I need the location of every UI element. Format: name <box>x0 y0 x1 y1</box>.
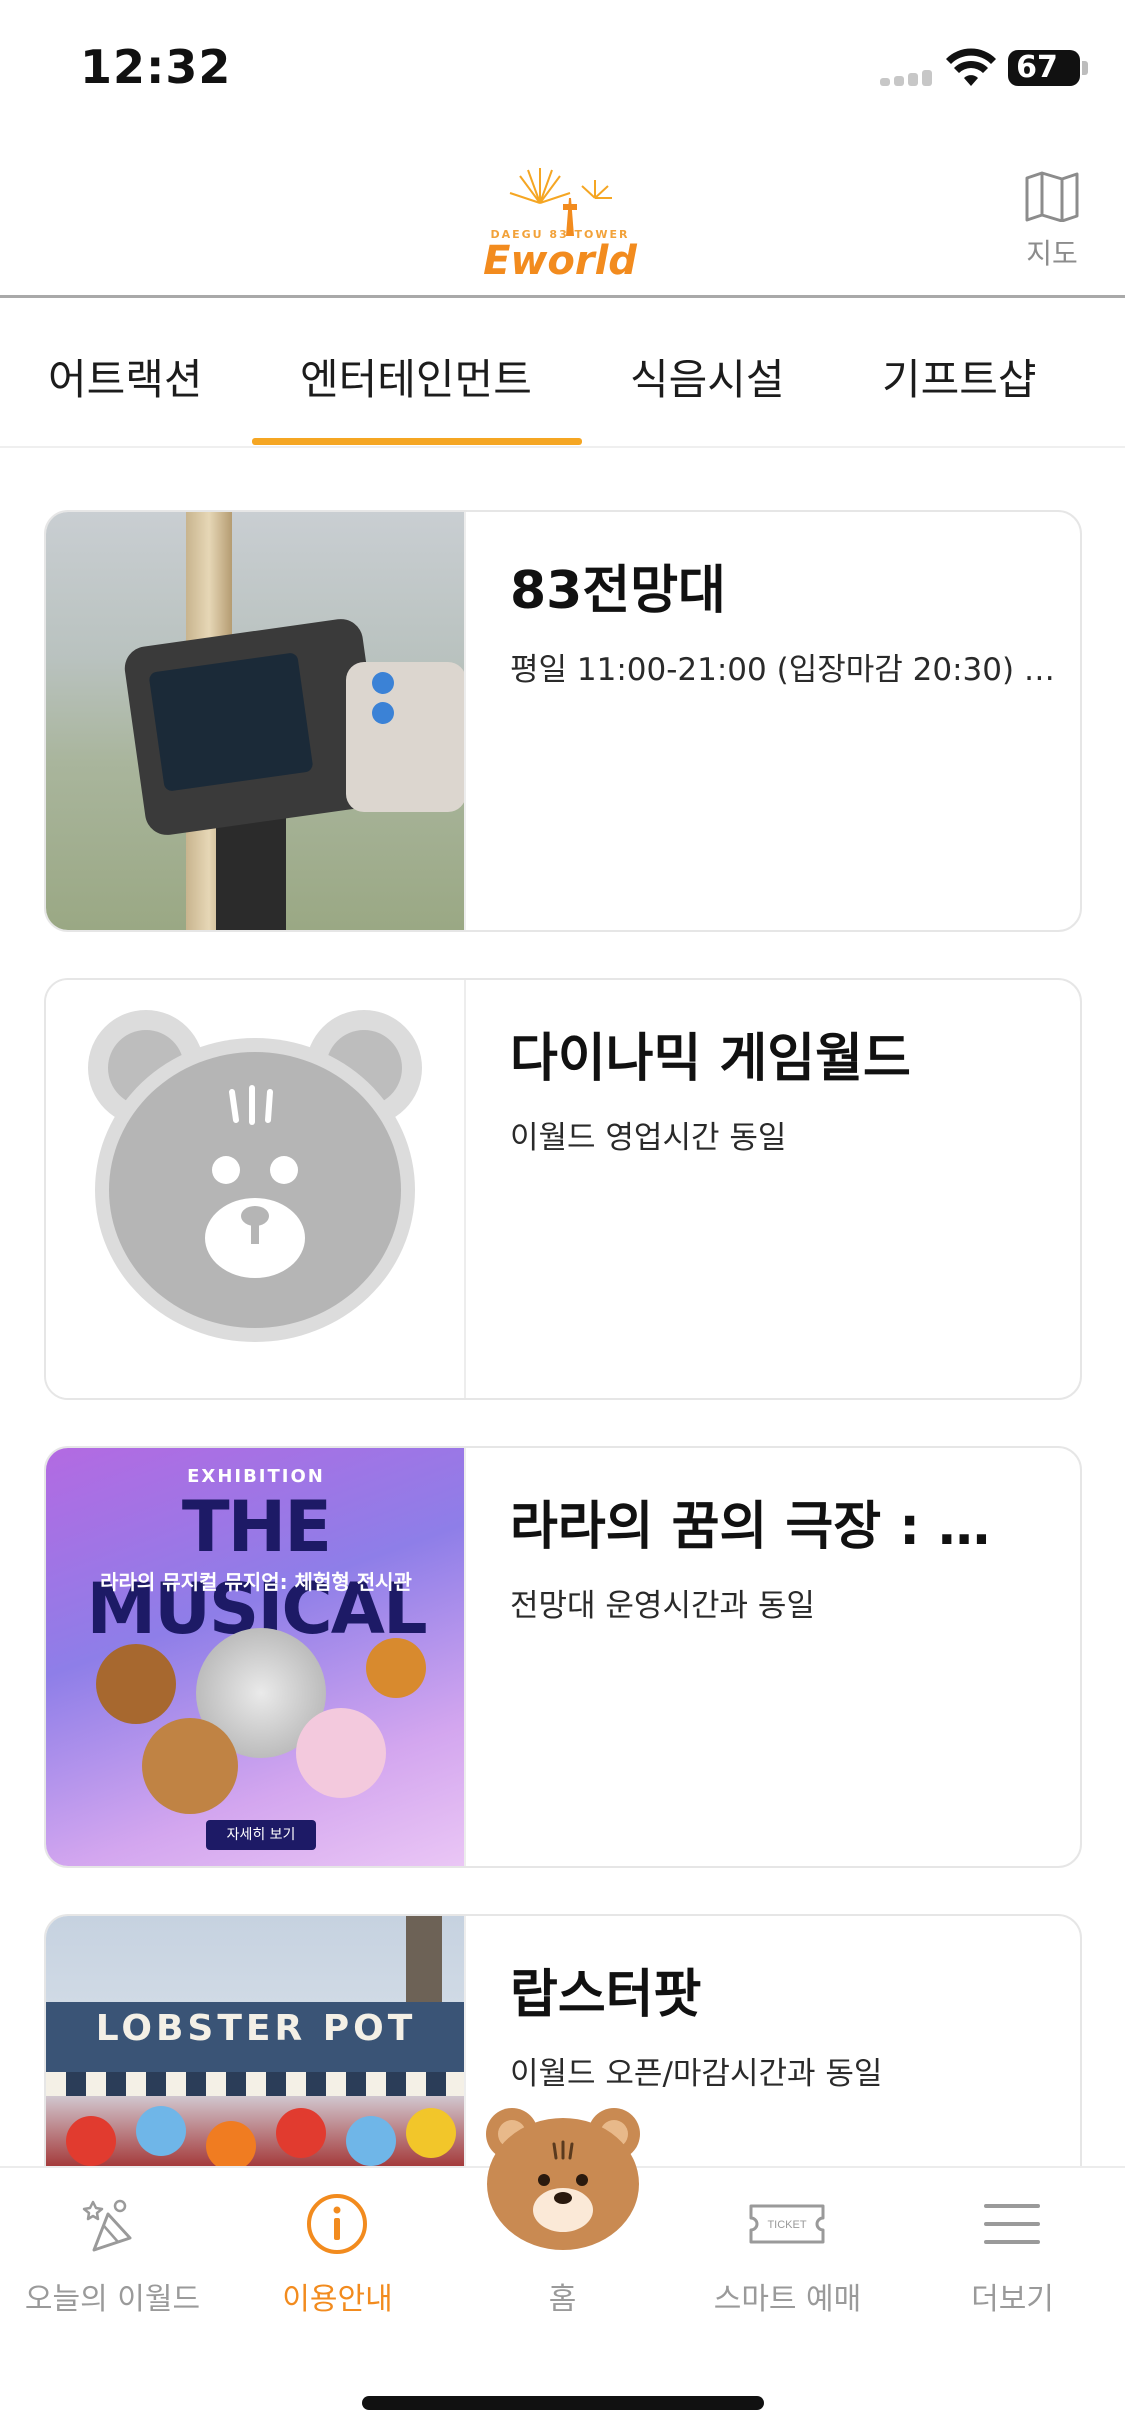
bee-character-icon <box>366 1638 426 1698</box>
svg-text:TICKET: TICKET <box>767 2219 806 2231</box>
bear-character-icon <box>96 1644 176 1724</box>
battery-icon: 67 <box>1008 50 1080 86</box>
status-bar: 12:32 67 <box>0 0 1125 140</box>
nav-more[interactable]: 더보기 <box>900 2168 1125 2318</box>
map-label: 지도 <box>1026 237 1078 270</box>
bunny-character-icon <box>296 1708 386 1798</box>
menu-icon <box>984 2204 1040 2244</box>
card-title: 83전망대 <box>510 561 726 621</box>
tab-dining[interactable]: 식음시설 <box>630 346 785 407</box>
card-hours: 전망대 운영시간과 동일 <box>510 1588 815 1624</box>
lobster-sign-text: LOBSTER POT <box>95 2008 417 2049</box>
card-hours: 이월드 오픈/마감시간과 동일 <box>510 2056 883 2092</box>
party-icon <box>82 2199 132 2252</box>
tab-attraction[interactable]: 어트랙션 <box>48 346 203 407</box>
list-item-observatory[interactable]: 83전망대 평일 11:00-21:00 (입장마감 20:30) … <box>44 510 1082 932</box>
map-icon <box>1025 171 1079 222</box>
map-button[interactable]: 지도 <box>1012 164 1092 274</box>
details-button: 자세히 보기 <box>206 1820 316 1850</box>
cellular-signal-icon <box>880 70 932 86</box>
card-title: 라라의 꿈의 극장 : … <box>510 1497 991 1557</box>
tab-giftshop[interactable]: 기프트샵 <box>882 346 1037 407</box>
ticket-icon: TICKET <box>749 2204 825 2244</box>
home-indicator <box>362 2396 764 2410</box>
nav-today-eworld[interactable]: 오늘의 이월드 <box>0 2168 225 2318</box>
nav-label: 더보기 <box>971 2282 1054 2317</box>
nav-label: 홈 <box>548 2282 577 2317</box>
bear-home-icon[interactable] <box>482 2102 644 2252</box>
list-item-musical-theater[interactable]: EXHIBITION THE MUSICAL 라라의 뮤지컬 뮤지엄: 체험형 … <box>44 1446 1082 1868</box>
nav-guide[interactable]: 이용안내 <box>225 2168 450 2318</box>
exhibition-label: EXHIBITION <box>187 1466 325 1487</box>
nav-label: 스마트 예매 <box>713 2282 862 2317</box>
bear-placeholder-icon <box>88 1010 422 1342</box>
category-tabs: 어트랙션 엔터테인먼트 식음시설 기프트샵 <box>0 298 1125 448</box>
eworld-logo[interactable]: DAEGU 83 TOWER Eworld <box>470 158 650 286</box>
nav-label: 이용안내 <box>282 2282 393 2317</box>
bear-character-icon <box>142 1718 238 1814</box>
tab-entertainment[interactable]: 엔터테인먼트 <box>300 346 532 407</box>
observatory-thumbnail <box>46 512 466 930</box>
card-hours: 평일 11:00-21:00 (입장마감 20:30) … <box>510 652 1055 688</box>
logo-text: Eworld <box>483 238 637 284</box>
battery-cap <box>1082 61 1088 75</box>
musical-thumbnail: EXHIBITION THE MUSICAL 라라의 뮤지컬 뮤지엄: 체험형 … <box>46 1448 466 1866</box>
status-time: 12:32 <box>80 40 232 94</box>
musical-poster-subtitle: 라라의 뮤지컬 뮤지엄: 체험형 전시관 <box>100 1570 412 1594</box>
info-icon <box>307 2194 367 2254</box>
placeholder-thumbnail <box>46 980 466 1398</box>
fireworks-icon <box>509 168 612 236</box>
battery-level: 67 <box>1016 50 1058 85</box>
app-header: DAEGU 83 TOWER Eworld 지도 <box>0 140 1125 298</box>
wifi-icon <box>946 48 996 86</box>
list-item-game-world[interactable]: 다이나믹 게임월드 이월드 영업시간 동일 <box>44 978 1082 1400</box>
nav-smart-booking[interactable]: TICKET 스마트 예매 <box>675 2168 900 2318</box>
active-tab-indicator <box>252 438 582 445</box>
card-title: 랍스터팟 <box>510 1965 702 2025</box>
nav-label: 오늘의 이월드 <box>24 2282 201 2317</box>
card-title: 다이나믹 게임월드 <box>510 1029 911 1089</box>
card-hours: 이월드 영업시간 동일 <box>510 1120 787 1156</box>
